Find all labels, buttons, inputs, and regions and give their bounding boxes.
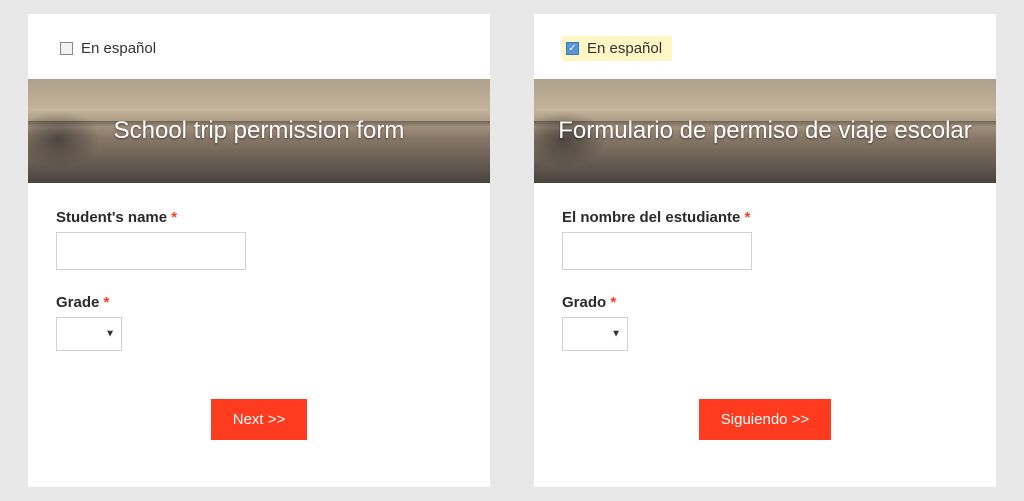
- form-fields: El nombre del estudiante * Grado * ▼: [534, 183, 996, 399]
- required-marker: *: [745, 209, 751, 226]
- language-toggle-wrap: En español: [56, 36, 166, 61]
- form-card-spanish: ✓ En español Formulario de permiso de vi…: [534, 14, 996, 487]
- grade-label: Grade *: [56, 294, 462, 311]
- grade-label: Grado *: [562, 294, 968, 311]
- button-row: Next >>: [28, 399, 490, 446]
- required-marker: *: [171, 209, 177, 226]
- next-button[interactable]: Next >>: [211, 399, 308, 440]
- required-marker: *: [104, 294, 110, 311]
- form-title: School trip permission form: [114, 117, 405, 145]
- language-checkbox[interactable]: [60, 42, 73, 55]
- required-marker: *: [610, 294, 616, 311]
- student-name-input[interactable]: [56, 232, 246, 270]
- button-row: Siguiendo >>: [534, 399, 996, 446]
- student-name-field: El nombre del estudiante *: [562, 209, 968, 270]
- language-toggle-wrap: ✓ En español: [562, 36, 672, 61]
- form-card-english: En español School trip permission form S…: [28, 14, 490, 487]
- student-name-label: El nombre del estudiante *: [562, 209, 968, 226]
- hero-banner: Formulario de permiso de viaje escolar: [534, 79, 996, 183]
- student-name-input[interactable]: [562, 232, 752, 270]
- next-button[interactable]: Siguiendo >>: [699, 399, 831, 440]
- form-title: Formulario de permiso de viaje escolar: [558, 117, 972, 145]
- form-fields: Student's name * Grade * ▼: [28, 183, 490, 399]
- student-name-label: Student's name *: [56, 209, 462, 226]
- grade-select[interactable]: ▼: [562, 317, 628, 351]
- student-name-field: Student's name *: [56, 209, 462, 270]
- language-toggle-section: En español: [28, 14, 490, 79]
- language-checkbox[interactable]: ✓: [566, 42, 579, 55]
- language-label: En español: [587, 40, 662, 57]
- grade-field: Grade * ▼: [56, 294, 462, 351]
- hero-banner: School trip permission form: [28, 79, 490, 183]
- grade-select[interactable]: ▼: [56, 317, 122, 351]
- grade-field: Grado * ▼: [562, 294, 968, 351]
- language-toggle-section: ✓ En español: [534, 14, 996, 79]
- language-label: En español: [81, 40, 156, 57]
